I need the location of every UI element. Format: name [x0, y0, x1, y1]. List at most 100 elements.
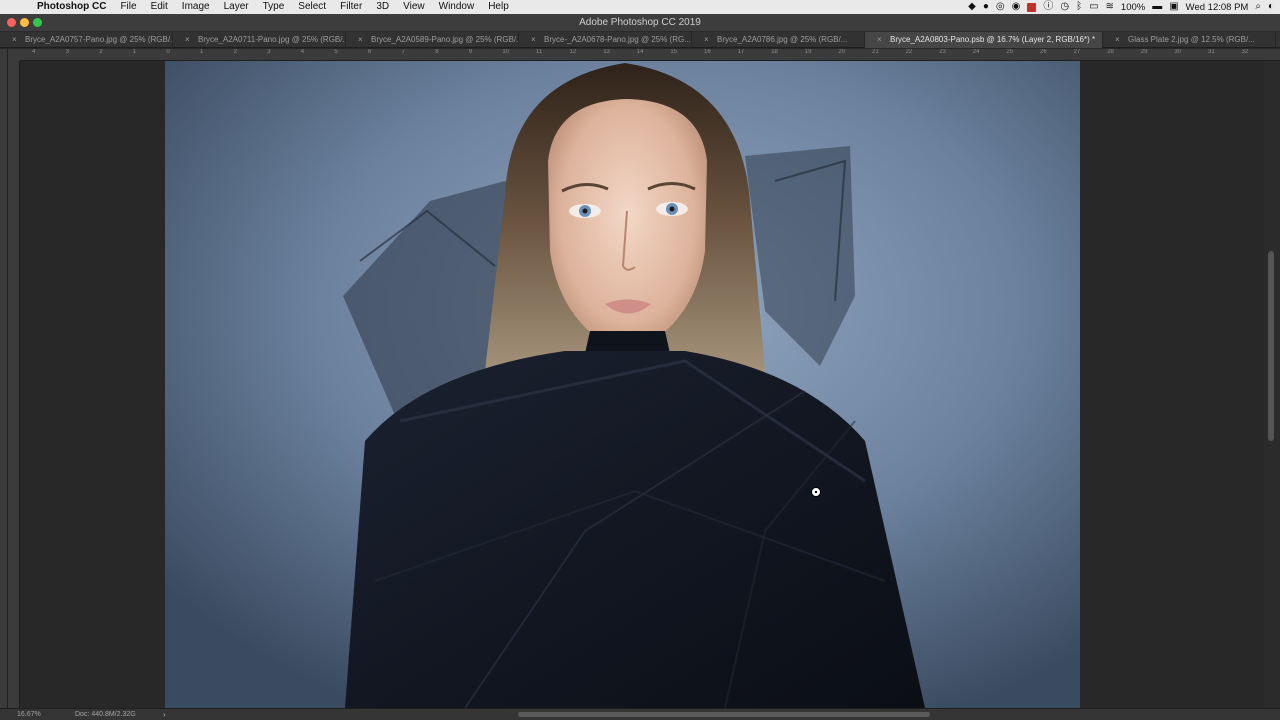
- doc-tab-label: Glass Plate 2.jpg @ 12.5% (RGB/...: [1128, 35, 1255, 44]
- doc-tab-label: Bryce_A2A0757-Pano.jpg @ 25% (RGB/...: [25, 35, 173, 44]
- menu-file[interactable]: File: [113, 0, 143, 14]
- battery-percent[interactable]: 100%: [1121, 2, 1145, 13]
- vertical-scrollbar[interactable]: [1264, 61, 1280, 708]
- menu-window[interactable]: Window: [432, 0, 482, 14]
- menu-type[interactable]: Type: [256, 0, 292, 14]
- ruler-tick-label: 2: [233, 49, 237, 55]
- ruler-tick-label: 8: [435, 49, 439, 55]
- doc-tab[interactable]: × Bryce-_A2A0678-Pano.jpg @ 25% (RG...: [519, 32, 692, 48]
- ruler-tick-label: 30: [1174, 49, 1182, 55]
- ruler-tick-label: 1: [132, 49, 137, 55]
- menubar-clock[interactable]: Wed 12:08 PM: [1186, 2, 1249, 13]
- ruler-tick-label: 14: [636, 49, 644, 55]
- doc-tab-label: Bryce_A2A0803-Pano.psb @ 16.7% (Layer 2,…: [890, 35, 1096, 44]
- red-app-icon[interactable]: [1027, 2, 1037, 12]
- ruler-tick-label: 23: [939, 49, 946, 55]
- tab-close-icon[interactable]: ×: [358, 32, 363, 48]
- ruler-tick-label: 16: [704, 49, 711, 55]
- ruler-tick-label: 24: [972, 49, 980, 55]
- chrome-icon[interactable]: ◎: [996, 0, 1005, 14]
- doc-tab[interactable]: × Bryce_A2A0589-Pano.jpg @ 25% (RGB/...: [346, 32, 519, 48]
- time-machine-icon[interactable]: ◷: [1060, 0, 1069, 14]
- photo-illustration: [165, 61, 1080, 708]
- ruler-tick-label: 17: [737, 49, 745, 55]
- ruler-tick-label: 20: [838, 49, 846, 55]
- tab-close-icon[interactable]: ×: [704, 32, 709, 48]
- doc-tab[interactable]: × Glass Plate 2.jpg @ 12.5% (RGB/...: [1103, 32, 1276, 48]
- tab-close-icon[interactable]: ×: [12, 32, 17, 48]
- doc-tab-active[interactable]: × Bryce_A2A0803-Pano.psb @ 16.7% (Layer 2…: [865, 32, 1103, 48]
- wifi-icon[interactable]: ≋: [1106, 0, 1114, 14]
- info-icon[interactable]: ⓘ: [1043, 0, 1053, 14]
- menu-edit[interactable]: Edit: [144, 0, 175, 14]
- tab-close-icon[interactable]: ×: [185, 32, 190, 48]
- menu-3d[interactable]: 3D: [369, 0, 396, 14]
- horizontal-ruler[interactable]: 4 3 2 1 0 1 2 3 4 5 6 7 8 9 10 11 12 13 14 15 16 17 18 19 20 21 22…: [20, 49, 1280, 61]
- document-tabs: × Bryce_A2A0757-Pano.jpg @ 25% (RGB/... ×…: [0, 32, 1280, 48]
- ruler-tick-label: 4: [32, 49, 36, 55]
- menu-filter[interactable]: Filter: [333, 0, 369, 14]
- doc-tab[interactable]: × Bryce_A2A0757-Pano.jpg @ 25% (RGB/...: [0, 32, 173, 48]
- menu-view[interactable]: View: [396, 0, 432, 14]
- menu-layer[interactable]: Layer: [217, 0, 256, 14]
- cast-icon[interactable]: ◉: [1012, 0, 1021, 14]
- ruler-tick-label: 3: [267, 49, 271, 55]
- status-menu-area: ◆ ● ◎ ◉ ⓘ ◷ ᛒ ▭ ≋ 100% ▬ ▣ Wed 12:08 PM …: [968, 0, 1274, 14]
- ruler-tick-label: 7: [401, 49, 405, 55]
- dropbox-icon[interactable]: ◆: [968, 0, 976, 14]
- ruler-tick-label: 26: [1040, 49, 1047, 55]
- ruler-tick-label: 25: [1006, 49, 1014, 55]
- doc-tab-label: Bryce_A2A0711-Pano.jpg @ 25% (RGB/...: [198, 35, 346, 44]
- battery-icon[interactable]: ▬: [1152, 0, 1162, 14]
- ruler-tick-label: 3: [65, 49, 69, 55]
- ruler-tick-label: 21: [872, 49, 879, 55]
- window-title-bar: Adobe Photoshop CC 2019: [0, 14, 1280, 32]
- horizontal-scroll-thumb[interactable]: [518, 712, 930, 717]
- vertical-scroll-thumb[interactable]: [1268, 251, 1274, 441]
- doc-tab-label: Bryce_A2A0589-Pano.jpg @ 25% (RGB/...: [371, 35, 519, 44]
- ruler-tick-label: 18: [771, 49, 778, 55]
- spotlight-icon[interactable]: ⌕: [1255, 0, 1261, 14]
- ruler-tick-label: 13: [603, 49, 610, 55]
- creative-cloud-icon[interactable]: ●: [983, 0, 989, 14]
- ruler-tick-label: 11: [536, 49, 543, 55]
- ruler-tick-label: 28: [1107, 49, 1114, 55]
- menu-select[interactable]: Select: [291, 0, 333, 14]
- doc-tab[interactable]: × Bryce_A2A0786.jpg @ 25% (RGB/...: [692, 32, 865, 48]
- tab-close-icon[interactable]: ×: [531, 32, 536, 48]
- status-menu-arrow-icon[interactable]: ›: [163, 710, 166, 719]
- menu-app-name[interactable]: Photoshop CC: [30, 0, 113, 14]
- ruler-tick-label: 19: [804, 49, 812, 55]
- ruler-tick-label: 2: [99, 49, 103, 55]
- display-icon[interactable]: ▣: [1169, 0, 1178, 14]
- ruler-tick-label: 9: [468, 49, 473, 55]
- menu-help[interactable]: Help: [481, 0, 516, 14]
- ruler-tick-label: 4: [300, 49, 305, 55]
- tab-close-icon[interactable]: ×: [1115, 32, 1120, 48]
- bluetooth-icon[interactable]: ᛒ: [1076, 0, 1082, 14]
- doc-tab-label: Bryce_A2A0786.jpg @ 25% (RGB/...: [717, 35, 848, 44]
- vertical-ruler[interactable]: [8, 61, 20, 708]
- ruler-origin[interactable]: [8, 49, 20, 61]
- brush-cursor-icon: [811, 487, 821, 497]
- ruler-tick-label: 0: [166, 49, 170, 55]
- macos-menu-bar: Photoshop CC File Edit Image Layer Type …: [0, 0, 1280, 14]
- tools-panel-edge: [0, 49, 8, 709]
- ruler-tick-label: 6: [368, 49, 372, 55]
- ruler-tick-label: 27: [1073, 49, 1081, 55]
- doc-tab-label: Bryce-_A2A0678-Pano.jpg @ 25% (RG...: [544, 35, 691, 44]
- siri-icon[interactable]: ◐: [1268, 0, 1274, 14]
- ruler-tick-label: 5: [334, 49, 338, 55]
- airplay-icon[interactable]: ▭: [1089, 0, 1098, 14]
- ruler-tick-label: 29: [1140, 49, 1148, 55]
- doc-tab[interactable]: × Bryce_A2A0711-Pano.jpg @ 25% (RGB/...: [173, 32, 346, 48]
- zoom-level[interactable]: 16.67%: [17, 711, 41, 718]
- ruler-tick-label: 31: [1208, 49, 1215, 55]
- menu-image[interactable]: Image: [175, 0, 217, 14]
- ruler-tick-label: 22: [905, 49, 913, 55]
- tab-close-icon[interactable]: ×: [877, 32, 882, 48]
- window-title: Adobe Photoshop CC 2019: [579, 17, 701, 28]
- document-size: Doc: 440.8M/2.32G: [75, 711, 136, 718]
- document-canvas[interactable]: [20, 61, 1264, 708]
- ruler-tick-label: 15: [670, 49, 678, 55]
